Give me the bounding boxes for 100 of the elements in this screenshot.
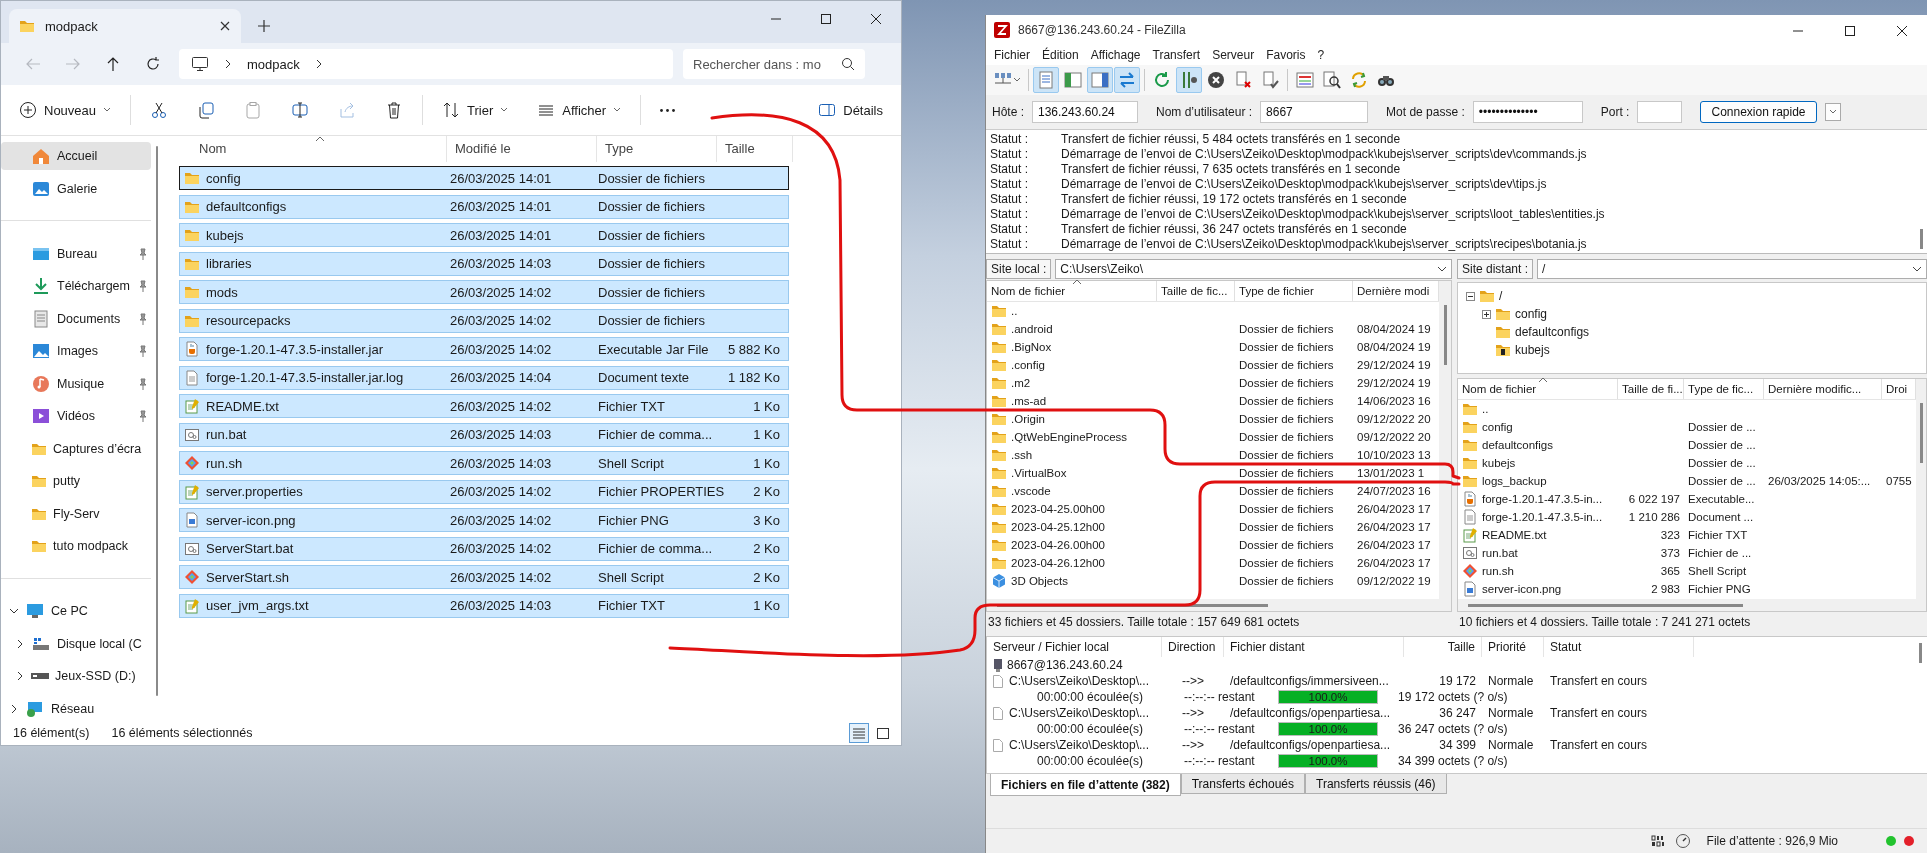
sort-button[interactable]: Trier xyxy=(432,92,519,128)
server-name[interactable]: 8667@136.243.60.24 xyxy=(1007,658,1123,672)
file-row[interactable]: server.properties 26/03/2025 14:02 Fichier PROPERTIES 2 Ko xyxy=(179,479,789,504)
nav-item[interactable]: putty xyxy=(1,467,151,495)
file-name[interactable]: .VirtualBox xyxy=(1011,467,1067,479)
file-name[interactable]: .vscode xyxy=(1011,485,1051,497)
tree-item[interactable]: defaultconfigs xyxy=(1515,325,1590,339)
tab[interactable]: Fichiers en file d’attente (382) xyxy=(990,774,1181,796)
file-name[interactable]: logs_backup xyxy=(1482,475,1547,487)
column-header[interactable]: Taille xyxy=(1404,637,1482,657)
up-arrow-icon[interactable] xyxy=(105,56,121,72)
nav-item[interactable]: Vidéos xyxy=(1,402,151,430)
column-header[interactable]: Nom de fichier xyxy=(1458,379,1618,399)
file-name[interactable]: kubejs xyxy=(1482,457,1516,469)
nav-item[interactable]: Fly-Serv xyxy=(1,499,151,528)
file-row[interactable]: ServerStart.bat 26/03/2025 14:02 Fichier de comma... 2 Ko xyxy=(179,536,789,561)
nav-item[interactable]: tuto modpack xyxy=(1,532,151,560)
chevron-right-icon[interactable] xyxy=(15,638,25,649)
menu-item[interactable]: Affichage xyxy=(1084,48,1147,62)
password-field[interactable]: •••••••••••••• xyxy=(1472,101,1583,123)
tree-item[interactable]: kubejs xyxy=(1515,343,1550,357)
column-header[interactable]: Taille de fic... xyxy=(1157,281,1235,301)
file-row[interactable]: config 26/03/2025 14:01 Dossier de fichiers xyxy=(179,166,789,190)
file-name[interactable]: .QtWebEngineProcess xyxy=(1011,431,1128,443)
nav-item[interactable]: Ce PC xyxy=(1,597,151,625)
nav-item[interactable]: Images xyxy=(1,337,151,365)
quickconnect-button[interactable]: Connexion rapide xyxy=(1700,101,1817,123)
column-header[interactable]: Statut xyxy=(1544,637,1694,657)
menu-item[interactable]: Fichier xyxy=(988,48,1036,62)
chevron-down-icon[interactable] xyxy=(9,606,19,616)
nav-item[interactable]: Bureau xyxy=(1,239,151,268)
close-icon[interactable] xyxy=(219,20,231,32)
nav-item[interactable]: Téléchargem xyxy=(1,272,151,300)
expand-icon[interactable] xyxy=(1482,309,1491,319)
path-field[interactable]: C:\Users\Zeiko\ xyxy=(1055,259,1452,279)
file-name[interactable]: .android xyxy=(1011,323,1053,335)
file-name[interactable]: 2023-04-26.00h00 xyxy=(1011,539,1105,551)
view-button[interactable]: Afficher xyxy=(527,92,632,128)
nav-item[interactable]: Documents xyxy=(1,304,151,333)
file-name[interactable]: .BigNox xyxy=(1011,341,1052,353)
close-icon[interactable] xyxy=(1896,25,1908,37)
column-header[interactable]: Nom de fichier xyxy=(987,281,1157,301)
nav-item[interactable]: Disque local (C xyxy=(1,629,151,658)
menu-item[interactable]: Édition xyxy=(1036,48,1085,62)
nav-item[interactable]: Accueil xyxy=(1,142,151,170)
column-header[interactable]: Serveur / Fichier local xyxy=(987,637,1162,657)
column-header[interactable]: Modifié le xyxy=(447,136,597,162)
file-name[interactable]: .ms-ad xyxy=(1011,395,1047,407)
maximize-icon[interactable] xyxy=(820,13,832,25)
tab[interactable]: Transferts échoués xyxy=(1180,774,1305,794)
nav-item[interactable]: Réseau xyxy=(1,694,151,723)
file-row[interactable]: defaultconfigs 26/03/2025 14:01 Dossier de fichiers xyxy=(179,194,789,219)
file-name[interactable]: .config xyxy=(1011,359,1045,371)
column-header[interactable]: Fichier distant xyxy=(1224,637,1404,657)
column-header[interactable]: Type de fic... xyxy=(1684,379,1764,399)
column-header[interactable]: Type xyxy=(597,136,717,162)
chevron-right-icon[interactable] xyxy=(15,671,25,681)
file-row[interactable]: ServerStart.sh 26/03/2025 14:02 Shell Script 2 Ko xyxy=(179,565,789,589)
toolbar-button[interactable] xyxy=(1176,67,1202,93)
tree-item[interactable]: config xyxy=(1515,307,1548,321)
nav-item[interactable]: Musique xyxy=(1,369,151,398)
file-name[interactable]: .m2 xyxy=(1011,377,1031,389)
file-row[interactable]: run.sh 26/03/2025 14:03 Shell Script 1 Ko xyxy=(179,451,789,475)
column-header[interactable]: Priorité xyxy=(1482,637,1544,657)
file-row[interactable]: resourcepacks 26/03/2025 14:02 Dossier de fichiers xyxy=(179,308,789,333)
file-name[interactable]: 2023-04-25.12h00 xyxy=(1011,521,1105,533)
file-row[interactable]: forge-1.20.1-47.3.5-installer.jar 26/03/2025 14:02 Executable Jar File 5 882 Ko xyxy=(179,337,789,361)
user-field[interactable]: 8667 xyxy=(1260,101,1369,123)
file-name[interactable]: config xyxy=(1482,421,1513,433)
maximize-icon[interactable] xyxy=(1844,25,1856,37)
file-row[interactable]: libraries 26/03/2025 14:03 Dossier de fichiers xyxy=(179,251,789,276)
file-name[interactable]: forge-1.20.1-47.3.5-in... xyxy=(1482,511,1603,523)
nav-item[interactable]: Jeux-SSD (D:) xyxy=(1,662,151,690)
menu-item[interactable]: Transfert xyxy=(1146,48,1207,62)
tab[interactable]: modpack xyxy=(9,9,241,43)
file-row[interactable]: run.bat 26/03/2025 14:03 Fichier de comma... 1 Ko xyxy=(179,422,789,447)
path-field[interactable]: / xyxy=(1537,259,1927,279)
port-field[interactable] xyxy=(1637,101,1683,123)
file-name[interactable]: 3D Objects xyxy=(1011,575,1068,587)
file-row[interactable]: user_jvm_args.txt 26/03/2025 14:03 Fichier TXT 1 Ko xyxy=(179,593,789,618)
breadcrumb-item[interactable]: modpack xyxy=(247,56,300,72)
file-row[interactable]: kubejs 26/03/2025 14:01 Dossier de fichiers xyxy=(179,223,789,247)
chevron-right-icon[interactable] xyxy=(9,703,19,714)
file-row[interactable]: server-icon.png 26/03/2025 14:02 Fichier PNG 3 Ko xyxy=(179,508,789,532)
column-header[interactable]: Taille xyxy=(717,136,793,162)
file-name[interactable]: forge-1.20.1-47.3.5-in... xyxy=(1482,493,1603,505)
search-field[interactable]: Rechercher dans : mo xyxy=(683,49,865,79)
menu-item[interactable]: Favoris xyxy=(1260,48,1312,62)
file-name[interactable]: .Origin xyxy=(1011,413,1045,425)
file-name[interactable]: README.txt xyxy=(1482,529,1547,541)
file-name[interactable]: .. xyxy=(1011,305,1018,317)
nav-item[interactable]: Galerie xyxy=(1,174,151,203)
dropdown-caret-icon[interactable] xyxy=(1437,264,1447,274)
file-row[interactable]: README.txt 26/03/2025 14:02 Fichier TXT 1 Ko xyxy=(179,394,789,418)
plus-icon[interactable] xyxy=(257,19,271,33)
column-header[interactable]: Direction xyxy=(1162,637,1224,657)
file-name[interactable]: 2023-04-26.12h00 xyxy=(1011,557,1105,569)
host-field[interactable]: 136.243.60.24 xyxy=(1032,101,1138,123)
nav-item[interactable]: Captures d’écra xyxy=(1,434,151,463)
menu-item[interactable]: Serveur xyxy=(1206,48,1261,62)
